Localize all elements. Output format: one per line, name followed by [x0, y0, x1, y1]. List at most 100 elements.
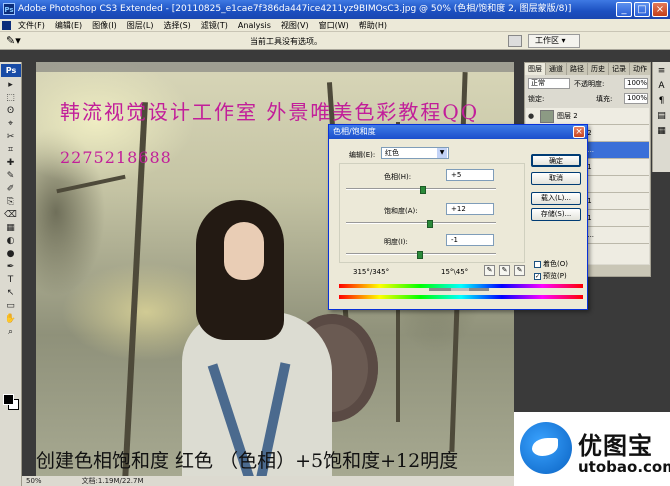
hue-label: 色相(H):: [384, 173, 412, 181]
menu-image[interactable]: 图像(I): [87, 20, 122, 31]
hue-saturation-dialog: 色相/饱和度 × 编辑(E): 红色 色相(H): +5 饱和度(A): +12…: [328, 124, 588, 310]
healing-brush-tool-icon[interactable]: ✚: [1, 157, 21, 169]
menu-edit[interactable]: 编辑(E): [50, 20, 87, 31]
menu-analysis[interactable]: Analysis: [233, 21, 276, 30]
ps-logo: Ps: [1, 64, 21, 77]
close-window-button[interactable]: ×: [652, 2, 668, 17]
tab-paths[interactable]: 路径: [567, 63, 588, 75]
cancel-button[interactable]: 取消: [531, 172, 581, 185]
menu-layer[interactable]: 图层(L): [122, 20, 159, 31]
saturation-input[interactable]: +12: [446, 203, 494, 215]
load-button[interactable]: 载入(L)...: [531, 192, 581, 205]
history-brush-tool-icon[interactable]: ⎘: [1, 196, 21, 208]
app-menu-icon[interactable]: [2, 20, 11, 30]
edit-label: 编辑(E):: [349, 151, 376, 159]
brushes-panel-icon[interactable]: ▤: [655, 110, 669, 122]
tutorial-caption: 创建色相饱和度 红色 （色相）+5饱和度+12明度: [36, 450, 459, 472]
tree-branch: [56, 174, 126, 194]
watermark-cn-text: 优图宝: [578, 432, 653, 460]
minimize-button[interactable]: _: [616, 2, 632, 17]
menu-filter[interactable]: 滤镜(T): [196, 20, 233, 31]
toolbox: Ps ▸ ⬚ ʘ ⌖ ✂ ⌗ ✚ ✎ ✐ ⎘ ⌫ ▦ ◐ ● ✒ T ↖ ▭ ✋…: [0, 62, 22, 486]
preview-checkbox[interactable]: ✓ 预览(P): [534, 271, 567, 281]
type-tool-icon[interactable]: T: [1, 274, 21, 286]
tab-record[interactable]: 记录: [609, 63, 630, 75]
range-left-degrees: 315°/345°: [353, 268, 390, 276]
clone-stamp-tool-icon[interactable]: ✐: [1, 183, 21, 195]
lightness-slider-thumb[interactable]: [417, 251, 424, 259]
adjustment-group: 色相(H): +5 饱和度(A): +12 明度(I): -1: [339, 163, 525, 263]
lasso-tool-icon[interactable]: ʘ: [1, 105, 21, 117]
hue-input[interactable]: +5: [446, 169, 494, 181]
bird-logo-icon: [520, 422, 572, 474]
site-watermark: 优图宝 utobao.com: [514, 412, 670, 486]
marquee-tool-icon[interactable]: ⬚: [1, 92, 21, 104]
colorize-checkbox[interactable]: 着色(O): [534, 259, 568, 269]
zoom-level[interactable]: 50%: [26, 476, 42, 486]
maximize-button[interactable]: □: [634, 2, 650, 17]
saturation-slider-thumb[interactable]: [427, 220, 433, 228]
menu-window[interactable]: 窗口(W): [314, 20, 354, 31]
layer-row[interactable]: ● 图层 2: [526, 108, 649, 125]
girl-face: [224, 222, 264, 280]
eyedropper-icon[interactable]: ✎: [484, 265, 495, 276]
doc-size: 文档:1.19M/22.7M: [81, 477, 144, 485]
eyedropper-tool-icon[interactable]: ✎▾: [6, 35, 22, 47]
menu-file[interactable]: 文件(F): [13, 20, 50, 31]
fill-input[interactable]: 100%: [624, 93, 648, 104]
tool-presets-icon[interactable]: ▦: [655, 125, 669, 137]
brush-tool-icon[interactable]: ✎: [1, 170, 21, 182]
dialog-close-button[interactable]: ×: [573, 126, 585, 138]
slice-tool-icon[interactable]: ⌗: [1, 144, 21, 156]
path-selection-tool-icon[interactable]: ↖: [1, 287, 21, 299]
visibility-eye-icon[interactable]: ●: [528, 112, 537, 120]
move-tool-icon[interactable]: ▸: [1, 79, 21, 91]
saturation-label: 饱和度(A):: [384, 207, 418, 215]
hand-tool-icon[interactable]: ✋: [1, 313, 21, 325]
gradient-tool-icon[interactable]: ▦: [1, 222, 21, 234]
panel-toggle-icon[interactable]: [508, 35, 522, 47]
magic-wand-tool-icon[interactable]: ⌖: [1, 118, 21, 130]
canvas-top-edge: [36, 62, 514, 72]
lightness-input[interactable]: -1: [446, 234, 494, 246]
panel-menu-icon[interactable]: ≡: [655, 65, 669, 77]
layer-thumbnail: [540, 109, 554, 123]
opacity-label: 不透明度:: [574, 80, 605, 88]
range-right-degrees: 15°\45°: [441, 268, 469, 276]
blend-mode-select[interactable]: 正常: [528, 78, 570, 89]
blur-tool-icon[interactable]: ●: [1, 248, 21, 260]
color-range-bar[interactable]: [429, 288, 489, 291]
tab-layers[interactable]: 图层: [525, 63, 546, 75]
crop-tool-icon[interactable]: ✂: [1, 131, 21, 143]
eyedropper-subtract-icon[interactable]: ✎: [514, 265, 525, 276]
edit-channel-select[interactable]: 红色: [381, 147, 449, 159]
ok-button[interactable]: 确定: [531, 154, 581, 167]
save-button[interactable]: 存储(S)...: [531, 208, 581, 221]
tab-channels[interactable]: 通道: [546, 63, 567, 75]
menu-help[interactable]: 帮助(H): [354, 20, 392, 31]
colorize-checkbox-box[interactable]: [534, 260, 541, 268]
preview-checkbox-box[interactable]: ✓: [534, 272, 541, 280]
character-panel-icon[interactable]: A: [655, 80, 669, 92]
workspace-menu[interactable]: 工作区 ▾: [528, 34, 580, 48]
shape-tool-icon[interactable]: ▭: [1, 300, 21, 312]
menu-select[interactable]: 选择(S): [158, 20, 195, 31]
paragraph-panel-icon[interactable]: ¶: [655, 95, 669, 107]
eraser-tool-icon[interactable]: ⌫: [1, 209, 21, 221]
window-titlebar: Ps Adobe Photoshop CS3 Extended - [20110…: [0, 0, 670, 19]
colorize-label: 着色(O): [543, 260, 568, 268]
tab-history[interactable]: 历史: [588, 63, 609, 75]
color-spectrum-bottom: [339, 295, 583, 299]
tab-actions[interactable]: 动作: [630, 63, 651, 75]
hue-slider-thumb[interactable]: [419, 186, 426, 194]
opacity-input[interactable]: 100%: [624, 78, 648, 89]
window-title: Adobe Photoshop CS3 Extended - [20110825…: [18, 4, 572, 14]
menu-view[interactable]: 视图(V): [276, 20, 314, 31]
dodge-tool-icon[interactable]: ◐: [1, 235, 21, 247]
zoom-tool-icon[interactable]: ⌕: [1, 326, 21, 338]
eyedropper-add-icon[interactable]: ✎: [499, 265, 510, 276]
pen-tool-icon[interactable]: ✒: [1, 261, 21, 273]
foreground-color-swatch[interactable]: [3, 394, 14, 405]
saturation-slider-track[interactable]: [346, 222, 496, 224]
options-bar: ✎▾ 当前工具没有选项。 工作区 ▾: [0, 32, 670, 50]
